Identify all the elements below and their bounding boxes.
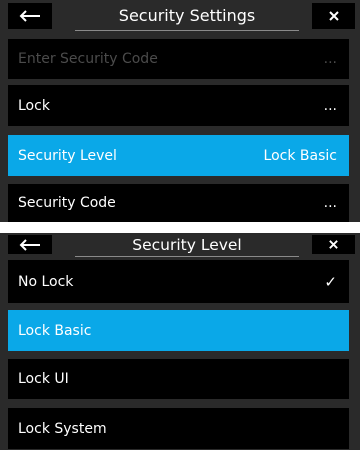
security-level-panel: Security Level No Lock ✓ Lock Basic Lock… — [0, 233, 360, 450]
row-label: Security Code — [18, 195, 116, 211]
page-title: Security Settings — [75, 0, 299, 31]
row-label: Lock — [18, 97, 50, 114]
option-label: Lock System — [18, 420, 107, 437]
back-button[interactable] — [8, 3, 52, 29]
row-value: ... — [323, 97, 337, 114]
row-label: Enter Security Code — [18, 51, 158, 67]
header: Security Settings — [0, 0, 360, 32]
lock-system-option[interactable]: Lock System — [8, 408, 349, 449]
back-button[interactable] — [8, 235, 52, 254]
back-arrow-icon — [19, 238, 40, 251]
back-arrow-icon — [19, 10, 40, 22]
close-button[interactable] — [312, 3, 355, 29]
enter-security-code-row: Enter Security Code ... — [8, 39, 349, 79]
close-button[interactable] — [312, 235, 355, 254]
check-icon: ✓ — [324, 272, 337, 291]
option-label: Lock UI — [18, 371, 69, 387]
row-value: ... — [323, 195, 337, 211]
security-settings-panel: Security Settings Enter Security Code ..… — [0, 0, 360, 222]
security-code-row[interactable]: Security Code ... — [8, 184, 349, 222]
option-label: Lock Basic — [18, 322, 92, 339]
lock-row[interactable]: Lock ... — [8, 85, 349, 126]
option-label: No Lock — [18, 273, 74, 290]
row-value: Lock Basic — [263, 147, 337, 164]
security-level-row[interactable]: Security Level Lock Basic — [8, 135, 349, 176]
close-icon — [329, 240, 338, 249]
no-lock-option[interactable]: No Lock ✓ — [8, 260, 349, 303]
page-title: Security Level — [75, 233, 299, 257]
row-value: ... — [323, 51, 337, 67]
lock-ui-option[interactable]: Lock UI — [8, 359, 349, 399]
close-icon — [328, 11, 339, 21]
lock-basic-option[interactable]: Lock Basic — [8, 310, 349, 351]
row-label: Security Level — [18, 147, 117, 164]
header: Security Level — [0, 233, 360, 257]
